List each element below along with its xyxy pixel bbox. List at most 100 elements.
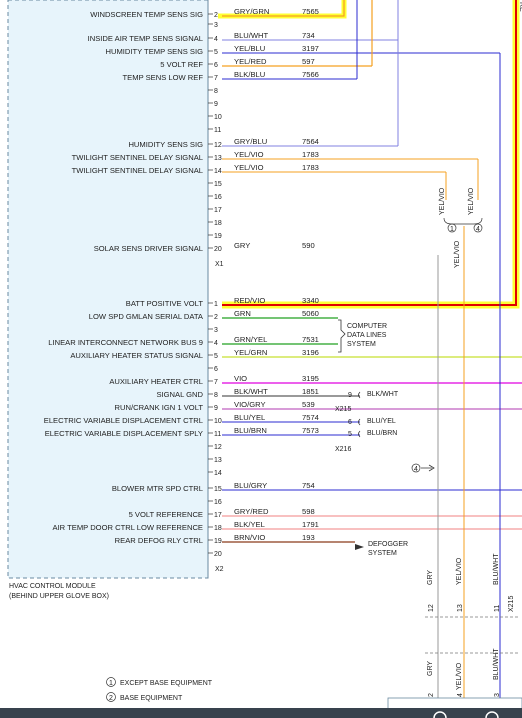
x2-pin-number: 17	[214, 512, 222, 519]
x1-wire-color: GRY/BLU	[234, 137, 267, 146]
x1-pin-number: 11	[214, 127, 221, 134]
bottom-wire-lower-1: GRY	[427, 661, 434, 676]
wiring-diagram: 2 WINDSCREEN TEMP SENS SIG GRY/GRN 7 5 6 5 3 4 IN…	[0, 0, 522, 718]
splice-5-pin: 5	[348, 431, 352, 438]
x1-circuit-number: 7564	[302, 137, 319, 146]
bottom-pin-top-2: 13	[457, 604, 464, 612]
defogger-label-2: SYSTEM	[368, 550, 397, 557]
x2-circuit-number: 5060	[302, 309, 319, 318]
x2-wire-color: YEL/GRN	[234, 348, 267, 357]
x2-pin-number: 9	[214, 405, 218, 412]
bottom-pin-bot-3: 3	[494, 693, 501, 697]
x2-wire-color: RED/VIO	[234, 296, 265, 305]
x1-pin-number: 19	[214, 233, 222, 240]
x2-wire-color: BLU/BRN	[234, 426, 267, 435]
x2-pin-function: AUXILIARY HEATER STATUS SIGNAL	[70, 351, 203, 360]
x2-pin-function: ELECTRIC VARIABLE DISPLACEMENT CTRL	[44, 416, 203, 425]
x2-pin-function: SIGNAL GND	[156, 390, 203, 399]
x2-wire-color: BRN/VIO	[234, 533, 265, 542]
x2-circuit-number: 1791	[302, 520, 319, 529]
bottom-wire-2: YEL/VIO	[456, 557, 463, 585]
x2-pin-number: 8	[214, 392, 218, 399]
bottom-pin-top-1: 12	[428, 604, 435, 612]
x2-circuit-number: 7573	[302, 426, 319, 435]
x2-circuit-number: 3196	[302, 348, 319, 357]
x2-row-16: 16	[208, 499, 222, 506]
bottom-x215: X215	[508, 596, 515, 612]
x1-circuit-number: 1783	[302, 150, 319, 159]
x1-pin-number: 20	[214, 246, 222, 253]
x2-wire-color: GRN/YEL	[234, 335, 267, 344]
connector-x2-label: X2	[215, 566, 224, 573]
x1-row-11: 11	[208, 127, 221, 134]
bottom-wire-lower-2: YEL/VIO	[456, 662, 463, 690]
x1-pin-number: 8	[214, 88, 218, 95]
x1-wire-color: GRY	[234, 241, 250, 250]
x1-row-16: 16	[208, 194, 222, 201]
x1-circuit-number: 3197	[302, 44, 319, 53]
x1-row-9: 9	[208, 101, 218, 108]
defogger-label-1: DEFOGGER	[368, 541, 408, 548]
x2-wire-color: BLU/GRY	[234, 481, 267, 490]
x1-pin-number: 5	[214, 49, 218, 56]
legend-num-1: 1	[109, 680, 113, 687]
x2-circuit-number: 7531	[302, 335, 319, 344]
x1-circuit-number: 1783	[302, 163, 319, 172]
x1-wire-color: YEL/BLU	[234, 44, 265, 53]
x2-pin-number: 7	[214, 379, 218, 386]
x1-pin-number: 13	[214, 155, 222, 162]
x1-row-8: 8	[208, 88, 218, 95]
x1-pin-function: TEMP SENS LOW REF	[123, 73, 204, 82]
x1-pin-number: 14	[214, 168, 222, 175]
right-edge-label: RE	[518, 2, 522, 12]
data-lines-label-2: DATA LINES	[347, 332, 387, 339]
x1-pin-number: 4	[214, 36, 218, 43]
x1-pin-number: 16	[214, 194, 222, 201]
x2-pin-function: BATT POSITIVE VOLT	[126, 299, 204, 308]
x1-circuit-number: 590	[302, 241, 315, 250]
x2-row-20: 20	[208, 551, 222, 558]
x2-circuit-number: 1851	[302, 387, 319, 396]
x1-wire-color: YEL/VIO	[234, 150, 264, 159]
bottom-connector-group: GRY YEL/VIO BLU/WHT 12 13 11 X215 GRY YE…	[387, 553, 522, 718]
x2-wire-color: GRY/RED	[234, 507, 269, 516]
x1-pin-number: 17	[214, 207, 222, 214]
x1-pin-number: 6	[214, 62, 218, 69]
module-location: (BEHIND UPPER GLOVE BOX)	[9, 593, 109, 600]
bottom-pin-bot-1: 2	[428, 693, 435, 697]
x2-circuit-number: 7574	[302, 413, 319, 422]
x2-pin-number: 1	[214, 301, 218, 308]
x1-pin-number: 18	[214, 220, 222, 227]
bottom-pin-top-3: 11	[494, 605, 501, 612]
x2-wire-color: VIO/GRY	[234, 400, 266, 409]
twilight-label-right: YEL/VIO	[468, 187, 475, 215]
splice-9-pin: 9	[348, 392, 352, 399]
legend-text-2: BASE EQUIPMENT	[120, 695, 183, 702]
x2-pin-number: 18	[214, 525, 222, 532]
splice-5-wire: BLU/BRN	[367, 430, 397, 437]
x2-circuit-number: 3340	[302, 296, 319, 305]
x2-wire-color: BLK/WHT	[234, 387, 268, 396]
x2-pin-number: 15	[214, 486, 222, 493]
x1-pin-function: SOLAR SENS DRIVER SIGNAL	[94, 244, 203, 253]
x2-row-3: 3	[208, 327, 218, 334]
x1-circuit-number: 7566	[302, 70, 319, 79]
x215-label: X215	[335, 406, 351, 413]
x2-pin-number: 19	[214, 538, 222, 545]
x2-pin-number: 11	[214, 431, 221, 438]
x2-row-6: 6	[208, 366, 218, 373]
x1-pin-function: WINDSCREEN TEMP SENS SIG	[90, 10, 203, 19]
splice-6-pin: 6	[348, 419, 352, 426]
circle4-label: 4	[476, 226, 480, 233]
splice-9-wire: BLK/WHT	[367, 391, 399, 398]
x1-pin-number: 15	[214, 181, 222, 188]
x2-pin-function: ELECTRIC VARIABLE DISPLACEMENT SPLY	[45, 429, 203, 438]
x2-circuit-number: 598	[302, 507, 315, 516]
x2-pin-function: RUN/CRANK IGN 1 VOLT	[115, 403, 204, 412]
x2-row-14: 14	[208, 470, 222, 477]
x2-pin-number: 20	[214, 551, 222, 558]
x1-circuit-number: 597	[302, 57, 315, 66]
x1-wire-color: GRY/GRN	[234, 7, 269, 16]
x1-pin-function: INSIDE AIR TEMP SENS SIGNAL	[88, 34, 203, 43]
x1-pin-number: 3	[214, 22, 218, 29]
